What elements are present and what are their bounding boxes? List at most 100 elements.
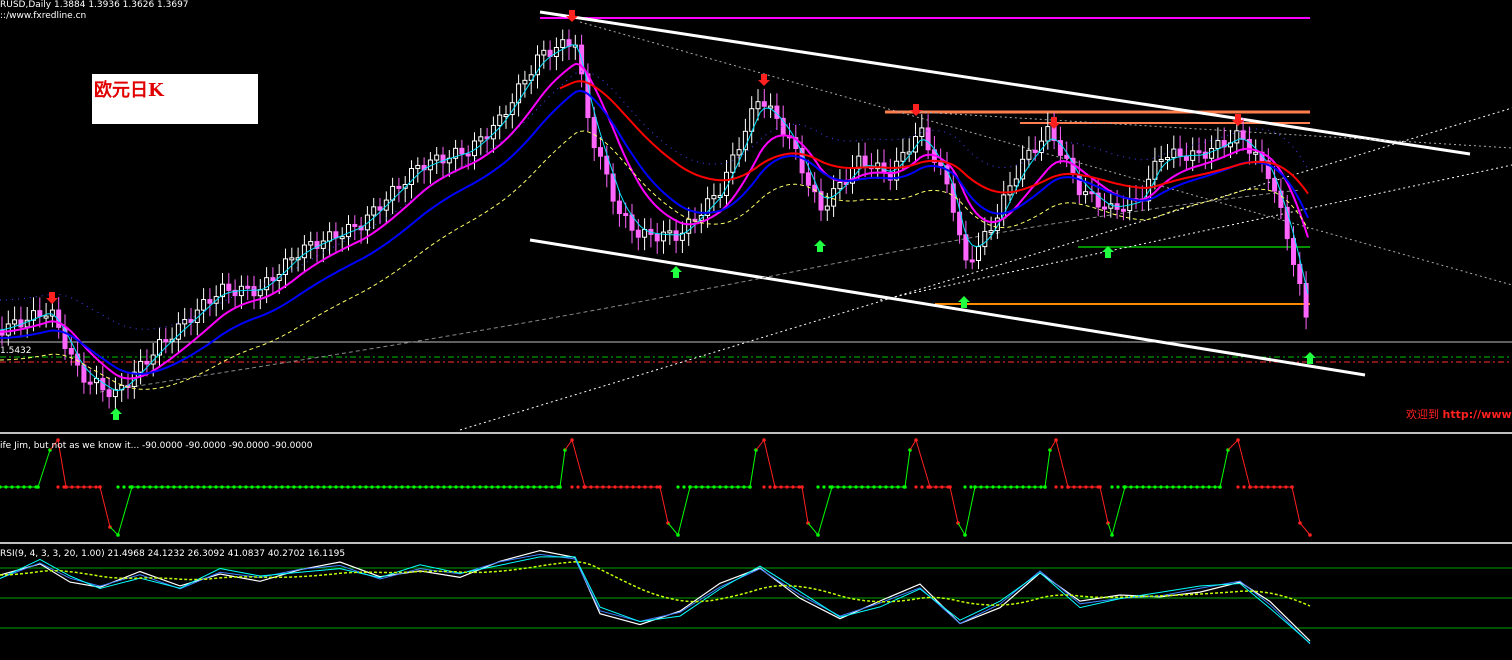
candle-body [270, 277, 276, 282]
jim-dot [244, 485, 248, 489]
jim-dot [1266, 485, 1270, 489]
jim-segment [904, 449, 911, 488]
candle-body [12, 319, 18, 325]
jim-dot [985, 485, 989, 489]
jim-dot [358, 485, 362, 489]
jim-dot [736, 485, 740, 489]
jim-dot [4, 485, 8, 489]
jim-indicator-pane[interactable]: ife Jim, but not as we know it... -90.00… [0, 435, 1512, 542]
candle-body [1032, 149, 1038, 154]
candle-body [862, 155, 868, 168]
jim-dot [1066, 485, 1070, 489]
trend-line-c [579, 21, 1512, 286]
trend-line-b [879, 164, 1512, 301]
jim-dot [779, 485, 783, 489]
down-arrow-icon [566, 10, 578, 22]
candle-body [371, 206, 377, 216]
candle-body [459, 147, 465, 155]
price-chart-pane[interactable]: RUSD,Daily 1.3884 1.3936 1.3626 1.3697 :… [0, 0, 1512, 432]
jim-dot [607, 485, 611, 489]
jim-dot [1284, 485, 1288, 489]
jim-dot [643, 485, 647, 489]
jim-dot [508, 485, 512, 489]
candle-body [761, 101, 767, 107]
jim-dot [394, 485, 398, 489]
jim-dot [637, 485, 641, 489]
jim-dot [436, 485, 440, 489]
jim-dot [1278, 485, 1282, 489]
candle-body [938, 161, 944, 167]
jim-dot [730, 485, 734, 489]
jim-dot [122, 485, 126, 489]
down-arrow-icon [910, 104, 922, 116]
jim-dot [116, 485, 120, 489]
jim-dot [472, 485, 476, 489]
jim-dot [836, 485, 840, 489]
jim-dot [1110, 485, 1114, 489]
candle-body [711, 195, 717, 200]
jim-dot [688, 485, 692, 489]
jim-dot [454, 485, 458, 489]
candle-body [768, 105, 774, 109]
jim-dot [1141, 485, 1145, 489]
jim-dot [682, 485, 686, 489]
candle-body [616, 200, 622, 215]
jim-segment [957, 522, 966, 536]
candle-body [226, 283, 232, 291]
welcome-text: 欢迎到 http://www.fx [1406, 406, 1512, 422]
jim-dot [973, 485, 977, 489]
jim-dot [1260, 485, 1264, 489]
jim-dot [934, 485, 938, 489]
rsi-canvas[interactable] [0, 545, 1512, 660]
jim-dot [526, 485, 530, 489]
jim-dot [1272, 485, 1276, 489]
jim-dot [1153, 485, 1157, 489]
candle-body [465, 153, 471, 157]
welcome-prefix: 欢迎到 [1406, 408, 1439, 421]
jim-dot [1159, 485, 1163, 489]
candle-body [950, 183, 956, 213]
candle-body [919, 127, 925, 138]
candle-body [1158, 158, 1164, 162]
jim-dot [364, 485, 368, 489]
jim-dot [1254, 485, 1258, 489]
candle-body [1272, 177, 1278, 192]
jim-dot [631, 485, 635, 489]
jim-dot [1308, 533, 1312, 537]
jim-dot [136, 485, 140, 489]
welcome-link[interactable]: http://www.fx [1443, 408, 1512, 421]
jim-segment [1291, 486, 1301, 524]
jim-dot [178, 485, 182, 489]
jim-dot [1123, 485, 1127, 489]
jim-dot [442, 485, 446, 489]
jim-dot [424, 485, 428, 489]
trend-line-a [459, 107, 1512, 431]
candle-body [5, 323, 11, 336]
jim-dot [214, 485, 218, 489]
pane-separator-1[interactable] [0, 432, 1512, 434]
candle-body [497, 114, 503, 126]
candle-body [415, 164, 421, 170]
candle-body [1083, 191, 1089, 196]
legend-title: 欧元日K [94, 80, 164, 101]
jim-dot [1195, 485, 1199, 489]
jim-dot [896, 485, 900, 489]
candle-body [598, 147, 603, 157]
jim-dot [700, 485, 704, 489]
candle-body [339, 236, 345, 240]
jim-dot [991, 485, 995, 489]
jim-dot [70, 485, 74, 489]
jim-indicator-canvas[interactable] [0, 435, 1512, 542]
jim-dot [724, 485, 728, 489]
rsi-pane[interactable]: RSI(9, 4, 3, 3, 20, 1.00) 21.4968 24.123… [0, 545, 1512, 660]
jim-dot [822, 485, 826, 489]
jim-segment [559, 449, 566, 488]
jim-dot [130, 485, 134, 489]
candle-body [988, 230, 994, 234]
price-chart-canvas[interactable] [0, 0, 1512, 432]
jim-dot [316, 485, 320, 489]
candle-body [1196, 150, 1202, 154]
jim-dot [1054, 485, 1058, 489]
pane-separator-2[interactable] [0, 542, 1512, 544]
candle-body [377, 206, 383, 211]
